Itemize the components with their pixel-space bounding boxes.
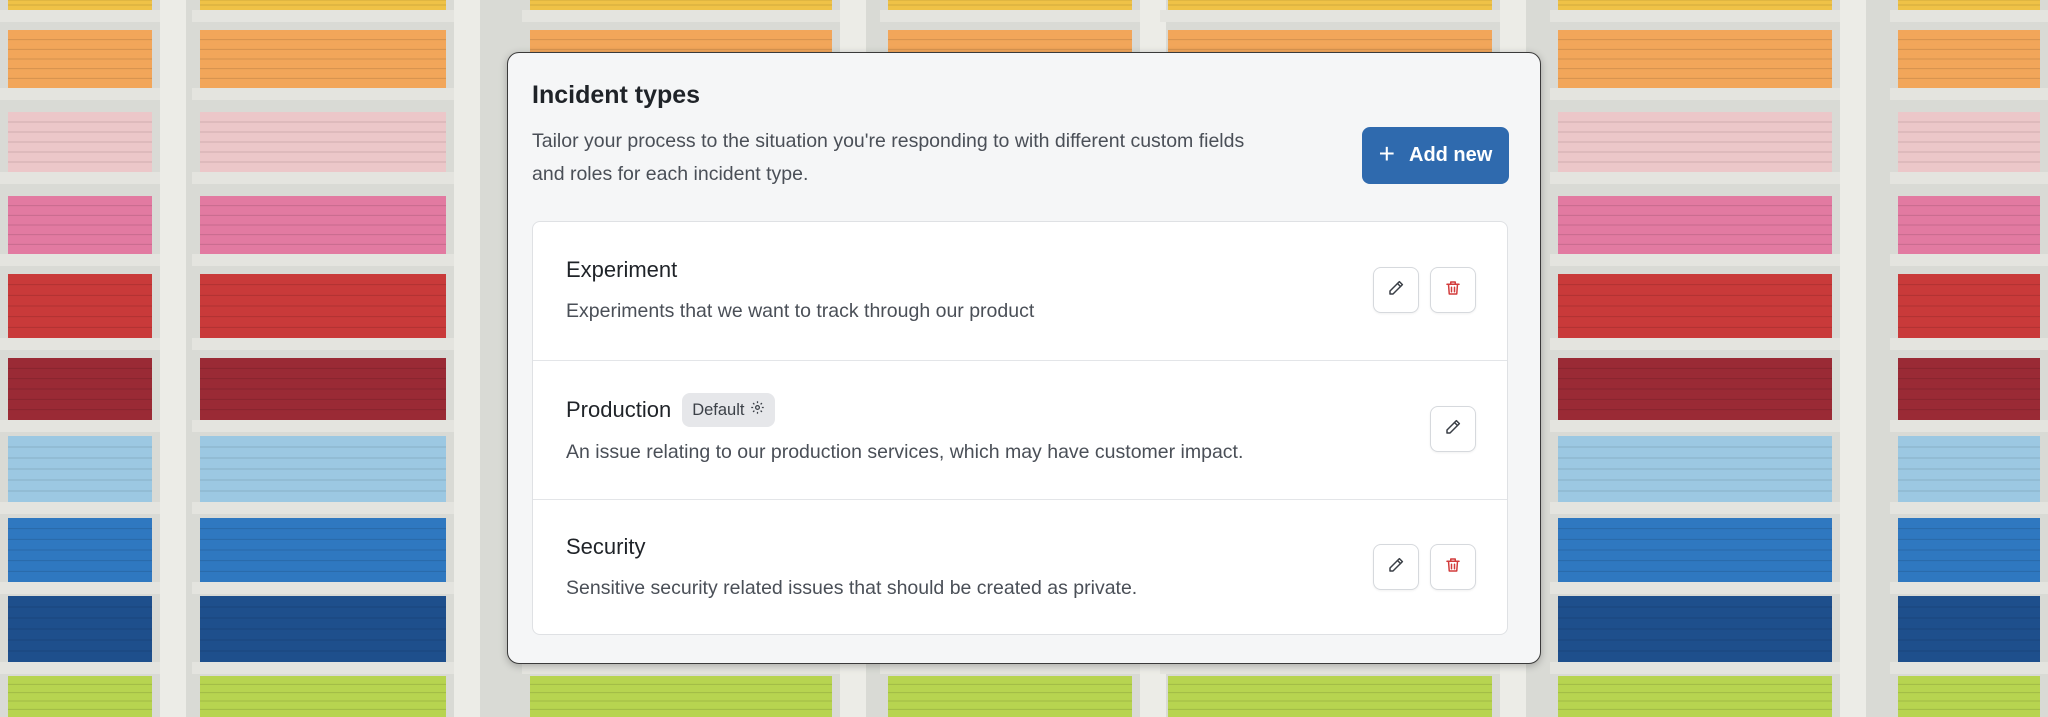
incident-type-name: Experiment — [566, 257, 677, 283]
incident-type-row-experiment: Experiment Experiments that we want to t… — [533, 222, 1507, 360]
incident-types-panel: Incident types Tailor your process to th… — [507, 52, 1541, 664]
edit-icon — [1387, 556, 1405, 579]
edit-icon — [1387, 279, 1405, 302]
trash-icon — [1444, 556, 1462, 579]
incident-type-name-text: Production — [566, 397, 672, 422]
incident-type-description: An issue relating to our production serv… — [566, 441, 1244, 463]
edit-button[interactable] — [1373, 544, 1419, 590]
incident-type-row-security: Security Sensitive security related issu… — [533, 499, 1507, 634]
page-title: Incident types — [532, 81, 701, 109]
delete-button[interactable] — [1430, 544, 1476, 590]
default-badge: Default — [682, 393, 776, 427]
incident-type-name: Security — [566, 534, 645, 560]
add-new-button[interactable]: + Add new — [1362, 127, 1509, 184]
add-new-label: Add new — [1409, 144, 1493, 166]
edit-button[interactable] — [1373, 267, 1419, 313]
plus-icon: + — [1378, 138, 1395, 169]
incident-type-description: Experiments that we want to track throug… — [566, 300, 1035, 322]
edit-icon — [1444, 418, 1462, 441]
incident-type-name: Production Default — [566, 393, 776, 427]
page-description: Tailor your process to the situation you… — [532, 130, 1245, 185]
edit-button[interactable] — [1430, 406, 1476, 452]
gear-icon — [750, 400, 765, 420]
trash-icon — [1444, 279, 1462, 302]
incident-type-name-text: Experiment — [566, 257, 678, 282]
incident-type-description: Sensitive security related issues that s… — [566, 577, 1138, 599]
incident-type-row-production: Production Default An issue relating to … — [533, 360, 1507, 499]
delete-button[interactable] — [1430, 267, 1476, 313]
incident-type-list: Experiment Experiments that we want to t… — [532, 221, 1508, 635]
incident-type-name-text: Security — [566, 534, 646, 559]
default-badge-label: Default — [692, 400, 745, 419]
